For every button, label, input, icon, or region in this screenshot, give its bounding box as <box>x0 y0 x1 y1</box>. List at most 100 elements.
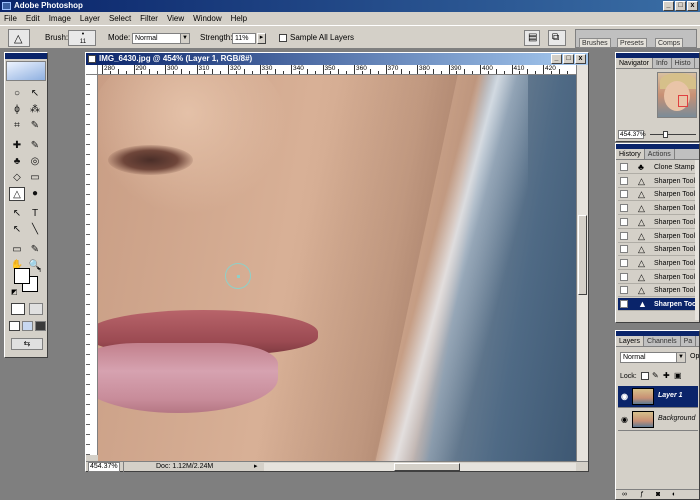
tab-layers[interactable]: Layers <box>616 336 645 346</box>
menu-help[interactable]: Help <box>231 12 247 25</box>
well-tab-presets[interactable]: Presets <box>617 38 647 48</box>
history-item[interactable]: △ Sharpen Tool <box>618 230 698 243</box>
navigator-zoom-slider[interactable] <box>650 134 696 135</box>
horizontal-scroll-thumb[interactable] <box>394 463 460 471</box>
image-canvas[interactable] <box>98 75 576 461</box>
screen-mode-menubar-button[interactable] <box>22 321 33 331</box>
notes-tool-icon[interactable]: ▭ <box>9 243 25 257</box>
add-mask-icon[interactable]: ◙ <box>656 490 660 499</box>
history-brush-tool-icon[interactable]: ◎ <box>27 155 43 169</box>
layer-style-icon[interactable]: ƒ <box>640 490 644 499</box>
history-snapshot-checkbox[interactable] <box>620 190 628 199</box>
document-close-button[interactable]: x <box>575 54 586 64</box>
tab-navigator[interactable]: Navigator <box>616 58 653 68</box>
blend-mode-dropdown[interactable]: Normal ▼ <box>620 352 686 363</box>
history-item[interactable]: △ Sharpen Tool <box>618 284 698 298</box>
lock-transparency-icon[interactable] <box>641 372 649 380</box>
layer-row-background[interactable]: ◉ Background <box>618 409 698 431</box>
navigator-zoom-field[interactable]: 454.37% <box>618 130 646 139</box>
history-item[interactable]: △ Sharpen Tool <box>618 216 698 229</box>
toggle-palettes-button[interactable]: ⧉ <box>548 30 566 46</box>
close-button[interactable]: x <box>687 1 698 11</box>
pen-tool-icon[interactable]: ↖ <box>9 223 25 237</box>
foreground-color-swatch[interactable] <box>14 268 30 284</box>
well-tab-comps[interactable]: Comps <box>655 38 684 48</box>
horizontal-scrollbar[interactable] <box>264 463 576 471</box>
minimize-button[interactable]: _ <box>663 1 674 11</box>
menu-view[interactable]: View <box>167 12 184 25</box>
tab-history[interactable]: History <box>616 149 645 159</box>
ruler-origin[interactable] <box>86 65 98 75</box>
lasso-tool-icon[interactable]: ϕ <box>9 103 25 117</box>
clone-stamp-tool-icon[interactable]: ♣ <box>9 155 25 169</box>
tab-paths[interactable]: Pa <box>681 336 697 346</box>
tab-actions[interactable]: Actions <box>645 149 675 159</box>
quick-mask-mode-button[interactable] <box>29 303 43 315</box>
history-item[interactable]: △ Sharpen Tool <box>618 202 698 216</box>
brush-picker[interactable]: • 11 <box>68 30 96 46</box>
magic-wand-tool-icon[interactable]: ⁂ <box>27 103 43 117</box>
file-browser-button[interactable]: ▤ <box>524 30 540 46</box>
lock-position-icon[interactable]: ✚ <box>663 371 670 380</box>
strength-slider-button[interactable]: ▸ <box>257 33 266 44</box>
history-item[interactable]: △ Sharpen Tool <box>618 243 698 257</box>
path-selection-tool-icon[interactable]: ↖ <box>9 207 25 221</box>
swap-colors-icon[interactable]: ↰ <box>36 266 42 274</box>
marquee-tool-icon[interactable]: ○ <box>9 87 25 101</box>
vertical-scroll-thumb[interactable] <box>578 215 587 295</box>
jump-to-imageready-button[interactable]: ⇆ <box>11 338 43 350</box>
history-item[interactable]: △ Sharpen Tool <box>618 175 698 188</box>
sharpen-tool-icon[interactable]: △ <box>9 187 25 201</box>
history-item[interactable]: ▲ Sharpen Tool <box>618 298 698 311</box>
gradient-tool-icon[interactable]: ▭ <box>27 171 43 185</box>
eye-icon[interactable]: ◉ <box>621 392 628 401</box>
history-snapshot-checkbox[interactable] <box>620 300 628 308</box>
menu-window[interactable]: Window <box>193 12 221 25</box>
crop-tool-icon[interactable]: ⌗ <box>9 119 25 133</box>
healing-brush-tool-icon[interactable]: ✚ <box>9 139 25 153</box>
eraser-tool-icon[interactable]: ◇ <box>9 171 25 185</box>
history-snapshot-checkbox[interactable] <box>620 245 628 254</box>
eyedropper-tool-icon[interactable]: ✎ <box>27 243 43 257</box>
history-snapshot-checkbox[interactable] <box>620 231 628 240</box>
sample-all-layers-checkbox[interactable] <box>279 34 287 42</box>
screen-mode-full-button[interactable] <box>35 321 46 331</box>
horizontal-ruler[interactable]: 280 290 300 310 320 330 340 350 360 370 380 390 400 4… <box>98 65 576 75</box>
vertical-ruler[interactable] <box>86 75 98 455</box>
history-item[interactable]: △ Sharpen Tool <box>618 271 698 284</box>
slice-tool-icon[interactable]: ✎ <box>27 119 43 133</box>
menu-filter[interactable]: Filter <box>140 12 158 25</box>
history-snapshot-checkbox[interactable] <box>620 204 628 213</box>
history-item[interactable]: △ Sharpen Tool <box>618 188 698 202</box>
history-snapshot-checkbox[interactable] <box>620 286 628 295</box>
history-snapshot-checkbox[interactable] <box>620 217 628 226</box>
move-tool-icon[interactable]: ↖ <box>27 87 43 101</box>
brush-tool-icon[interactable]: ✎ <box>27 139 43 153</box>
new-adjustment-icon[interactable]: ◐ <box>672 490 676 499</box>
vertical-scrollbar[interactable] <box>576 65 588 461</box>
menu-edit[interactable]: Edit <box>26 12 40 25</box>
menu-image[interactable]: Image <box>49 12 71 25</box>
status-menu-arrow-icon[interactable]: ▸ <box>254 462 258 472</box>
standard-mode-button[interactable] <box>11 303 25 315</box>
status-zoom-field[interactable]: 454.37% <box>88 462 120 472</box>
lock-all-icon[interactable]: ▣ <box>674 371 682 380</box>
navigator-zoom-slider-knob[interactable] <box>663 131 668 138</box>
maximize-button[interactable]: □ <box>675 1 686 11</box>
strength-input[interactable]: 11% <box>232 33 256 44</box>
tool-preset-picker[interactable]: △ <box>8 29 30 47</box>
menu-select[interactable]: Select <box>109 12 131 25</box>
history-snapshot-checkbox[interactable] <box>620 176 628 185</box>
tab-channels[interactable]: Channels <box>644 336 681 346</box>
document-titlebar[interactable]: IMG_6430.jpg @ 454% (Layer 1, RGB/8#) _ … <box>86 53 588 65</box>
well-tab-brushes[interactable]: Brushes <box>579 38 611 48</box>
layer-row-layer-1[interactable]: ◉ Layer 1 <box>618 386 698 408</box>
line-tool-icon[interactable]: ╲ <box>27 223 43 237</box>
tab-histogram[interactable]: Histo <box>672 58 695 68</box>
link-layer-icon[interactable]: ∞ <box>622 490 627 499</box>
history-snapshot-checkbox[interactable] <box>620 163 628 171</box>
adobe-feather-icon[interactable] <box>6 61 46 81</box>
lock-image-icon[interactable]: ✎ <box>652 371 659 380</box>
tab-info[interactable]: Info <box>653 58 672 68</box>
eye-icon[interactable]: ◉ <box>621 415 628 424</box>
